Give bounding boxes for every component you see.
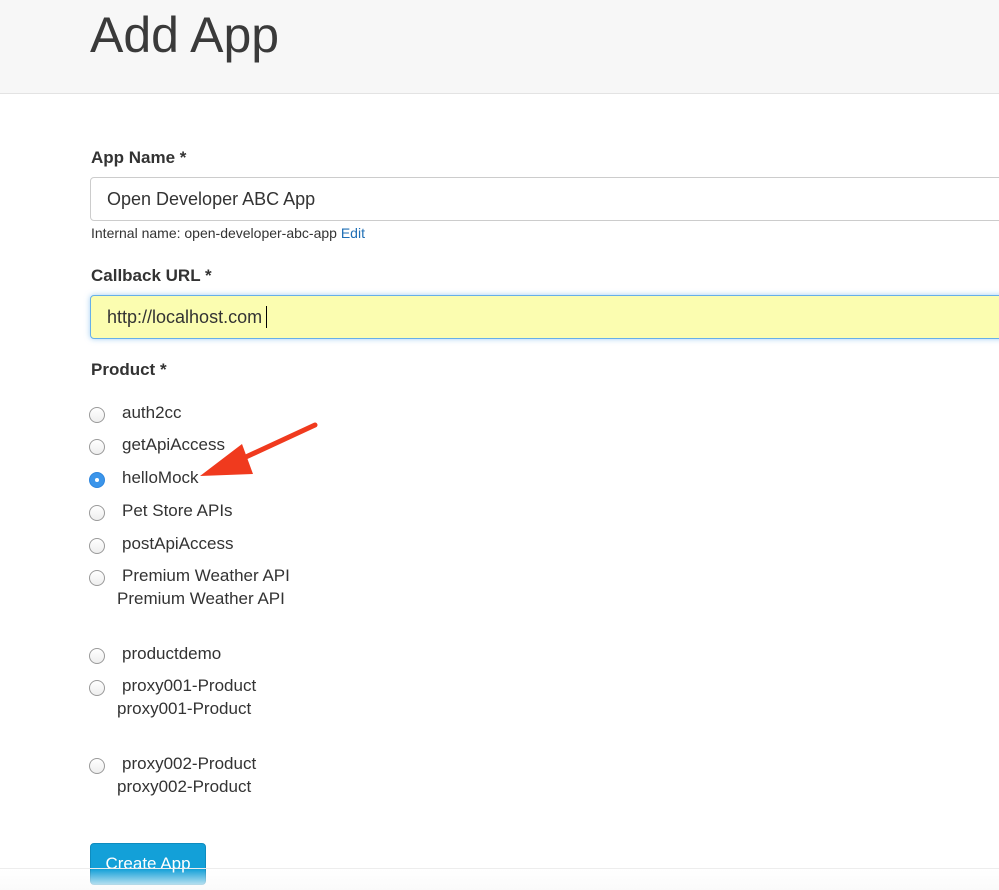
product-option-label: Pet Store APIs bbox=[122, 501, 233, 520]
product-option-label: proxy001-Product bbox=[122, 676, 257, 695]
internal-name-text: Internal name: open-developer-abc-app bbox=[91, 225, 337, 241]
radio-button[interactable] bbox=[89, 680, 105, 696]
callback-url-label: Callback URL * bbox=[91, 266, 212, 285]
app-name-label: App Name * bbox=[91, 148, 187, 167]
radio-button[interactable] bbox=[89, 505, 105, 521]
radio-button[interactable] bbox=[89, 648, 105, 664]
radio-button[interactable] bbox=[89, 570, 105, 586]
product-option-label: productdemo bbox=[122, 644, 222, 663]
product-option-description: proxy001-Product bbox=[117, 699, 252, 718]
radio-button[interactable] bbox=[89, 758, 105, 774]
product-label: Product * bbox=[91, 360, 167, 379]
annotation-arrow-icon bbox=[200, 422, 318, 476]
product-option-label: postApiAccess bbox=[122, 534, 234, 553]
product-option-label: Premium Weather API bbox=[122, 566, 290, 585]
radio-button-selected[interactable] bbox=[89, 472, 105, 488]
product-option-description: Premium Weather API bbox=[117, 589, 285, 608]
product-option-label: helloMock bbox=[122, 468, 199, 487]
text-caret bbox=[266, 306, 267, 328]
page-bottom-edge bbox=[0, 868, 999, 890]
app-name-input[interactable] bbox=[90, 177, 999, 221]
internal-name-help: Internal name: open-developer-abc-app Ed… bbox=[91, 225, 365, 242]
product-option-label: proxy002-Product bbox=[122, 754, 257, 773]
callback-url-input[interactable] bbox=[90, 295, 999, 339]
page-header: Add App bbox=[0, 0, 999, 94]
page-title: Add App bbox=[90, 7, 280, 63]
radio-button[interactable] bbox=[89, 407, 105, 423]
product-option-description: proxy002-Product bbox=[117, 777, 252, 796]
product-option-label: auth2cc bbox=[122, 403, 182, 422]
radio-button[interactable] bbox=[89, 538, 105, 554]
edit-internal-name-link[interactable]: Edit bbox=[341, 225, 365, 241]
radio-button[interactable] bbox=[89, 439, 105, 455]
